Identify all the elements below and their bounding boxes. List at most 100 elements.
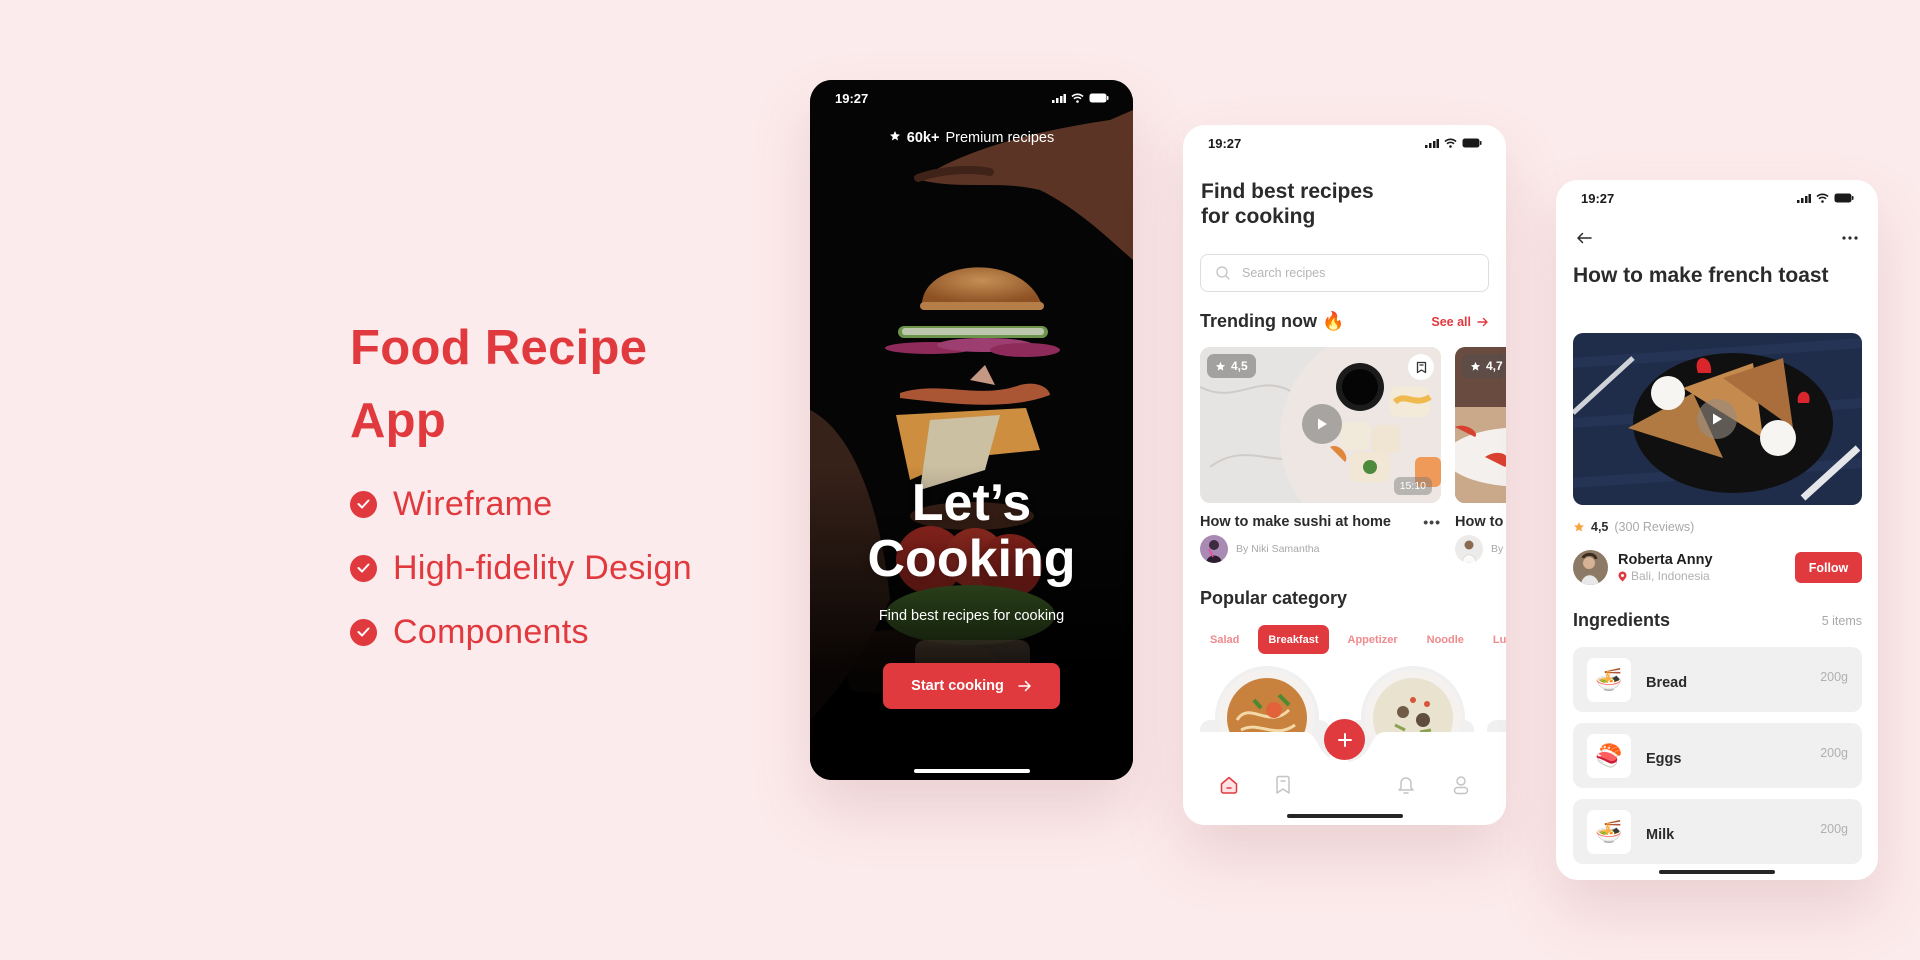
bell-icon: [1398, 777, 1414, 794]
star-icon: [1215, 361, 1226, 371]
check-circle-icon: [350, 618, 377, 646]
star-icon: [1470, 361, 1481, 371]
status-bar: 19:27: [1556, 180, 1878, 216]
recipe-title[interactable]: How to make sushi at home: [1200, 514, 1391, 530]
hero-title: Food Recipe App: [350, 312, 770, 458]
ingredient-quantity: 200g: [1820, 746, 1848, 760]
trending-header: Trending now 🔥 See all: [1200, 311, 1489, 332]
notifications-tab[interactable]: [1393, 772, 1419, 798]
trending-carousel[interactable]: 4,5 15:10 How to make sushi at home ••• …: [1200, 347, 1506, 563]
recipe-author: By: [1455, 535, 1506, 563]
author-name: By: [1491, 543, 1504, 555]
play-icon: [1318, 418, 1327, 430]
bookmark-icon: [1276, 775, 1290, 794]
category-salad[interactable]: Salad: [1200, 625, 1249, 654]
video-duration: 15:10: [1393, 477, 1432, 495]
play-button[interactable]: [1302, 404, 1342, 444]
home-indicator: [1659, 870, 1775, 874]
category-appetizer[interactable]: Appetizer: [1338, 625, 1408, 654]
detail-nav: [1572, 226, 1862, 250]
ingredients-count: 5 items: [1821, 613, 1862, 628]
search-icon: [1216, 266, 1230, 280]
plus-icon: [1337, 732, 1352, 747]
ingredient-name: Eggs: [1646, 750, 1682, 767]
start-cooking-button[interactable]: Start cooking: [883, 663, 1060, 709]
add-recipe-button[interactable]: [1324, 719, 1365, 760]
check-circle-icon: [350, 554, 377, 582]
home-screen: 19:27 Find best recipes for cooking Tren…: [1183, 125, 1506, 825]
feature-label: High-fidelity Design: [393, 548, 692, 587]
status-bar: 19:27: [810, 80, 1133, 116]
profile-icon: [1453, 776, 1469, 795]
status-time: 19:27: [1581, 190, 1615, 206]
author-location-text: Bali, Indonesia: [1631, 569, 1710, 583]
feature-item: High-fidelity Design: [350, 536, 770, 600]
follow-button[interactable]: Follow: [1795, 552, 1862, 583]
onboarding-title: Let’s Cooking: [810, 475, 1133, 587]
battery-icon: [1834, 193, 1854, 203]
more-options-button[interactable]: [1838, 226, 1862, 250]
author-avatar[interactable]: [1573, 550, 1608, 585]
category-noodle[interactable]: Noodle: [1417, 625, 1474, 654]
author-avatar[interactable]: [1455, 535, 1483, 563]
home-tab[interactable]: [1216, 772, 1242, 798]
rating-badge: 4,5: [1207, 354, 1256, 378]
star-icon: [1574, 522, 1584, 532]
review-count[interactable]: (300 Reviews): [1614, 520, 1694, 534]
see-all-link[interactable]: See all: [1431, 315, 1489, 329]
battery-icon: [1462, 138, 1482, 148]
author-name: Roberta Anny: [1618, 552, 1713, 568]
ingredient-item[interactable]: 🍜 Milk 200g: [1573, 799, 1862, 864]
home-icon: [1220, 776, 1238, 794]
recipe-thumbnail[interactable]: 4,7: [1455, 347, 1506, 503]
recipe-detail-screen: 19:27 How to make french toast 4,5 (300 …: [1556, 180, 1878, 880]
wifi-icon: [1444, 138, 1457, 148]
popular-header: Popular category: [1200, 588, 1489, 609]
bookmark-button[interactable]: [1408, 354, 1434, 380]
arrow-left-icon: [1577, 232, 1592, 244]
author-avatar[interactable]: [1200, 535, 1228, 563]
signal-icon: [1052, 93, 1066, 103]
recipe-card[interactable]: 4,7 How to By: [1455, 347, 1506, 563]
feature-item: Components: [350, 600, 770, 664]
wifi-icon: [1816, 193, 1829, 203]
more-horizontal-icon: [1842, 236, 1858, 240]
wifi-icon: [1071, 93, 1084, 103]
search-input[interactable]: [1242, 266, 1472, 280]
onboarding-title-line1: Let’s: [911, 474, 1032, 532]
status-icons: [1052, 93, 1109, 103]
home-title-line1: Find best recipes: [1201, 180, 1374, 203]
recipe-video[interactable]: [1573, 333, 1862, 505]
category-tabs: Salad Breakfast Appetizer Noodle Lunch: [1200, 625, 1506, 654]
category-breakfast[interactable]: Breakfast: [1258, 625, 1329, 654]
ingredient-item[interactable]: 🍜 Bread 200g: [1573, 647, 1862, 712]
recipe-rating: 4,5 (300 Reviews): [1573, 520, 1694, 534]
home-indicator: [913, 769, 1030, 773]
category-lunch[interactable]: Lunch: [1483, 625, 1506, 654]
saved-tab[interactable]: [1270, 772, 1296, 798]
ingredients-list: 🍜 Bread 200g 🍣 Eggs 200g 🍜 Milk 200g: [1573, 647, 1862, 875]
ingredients-header: Ingredients 5 items: [1573, 610, 1862, 631]
noodle-bowl-icon: 🍜: [1587, 657, 1631, 702]
rating-value: 4,5: [1591, 520, 1609, 534]
trending-title: Trending now 🔥: [1200, 311, 1345, 331]
bottom-tab-bar: [1183, 719, 1506, 825]
see-all-label: See all: [1431, 314, 1471, 329]
rating-value: 4,7: [1486, 359, 1503, 373]
recipe-thumbnail[interactable]: 4,5 15:10: [1200, 347, 1441, 503]
sushi-icon: 🍣: [1587, 733, 1631, 778]
recipe-card[interactable]: 4,5 15:10 How to make sushi at home ••• …: [1200, 347, 1441, 563]
recipe-title[interactable]: How to: [1455, 514, 1503, 530]
more-options-icon[interactable]: •••: [1423, 514, 1441, 530]
back-button[interactable]: [1572, 226, 1596, 250]
play-button[interactable]: [1697, 399, 1737, 439]
search-bar[interactable]: [1200, 254, 1489, 292]
status-icons: [1425, 138, 1482, 148]
ingredient-quantity: 200g: [1820, 822, 1848, 836]
profile-tab[interactable]: [1448, 772, 1474, 798]
hero-title-line2: App: [350, 394, 447, 448]
premium-badge: 60k+ Premium recipes: [810, 130, 1133, 146]
battery-icon: [1089, 93, 1109, 103]
premium-label: Premium recipes: [945, 130, 1055, 146]
ingredient-item[interactable]: 🍣 Eggs 200g: [1573, 723, 1862, 788]
